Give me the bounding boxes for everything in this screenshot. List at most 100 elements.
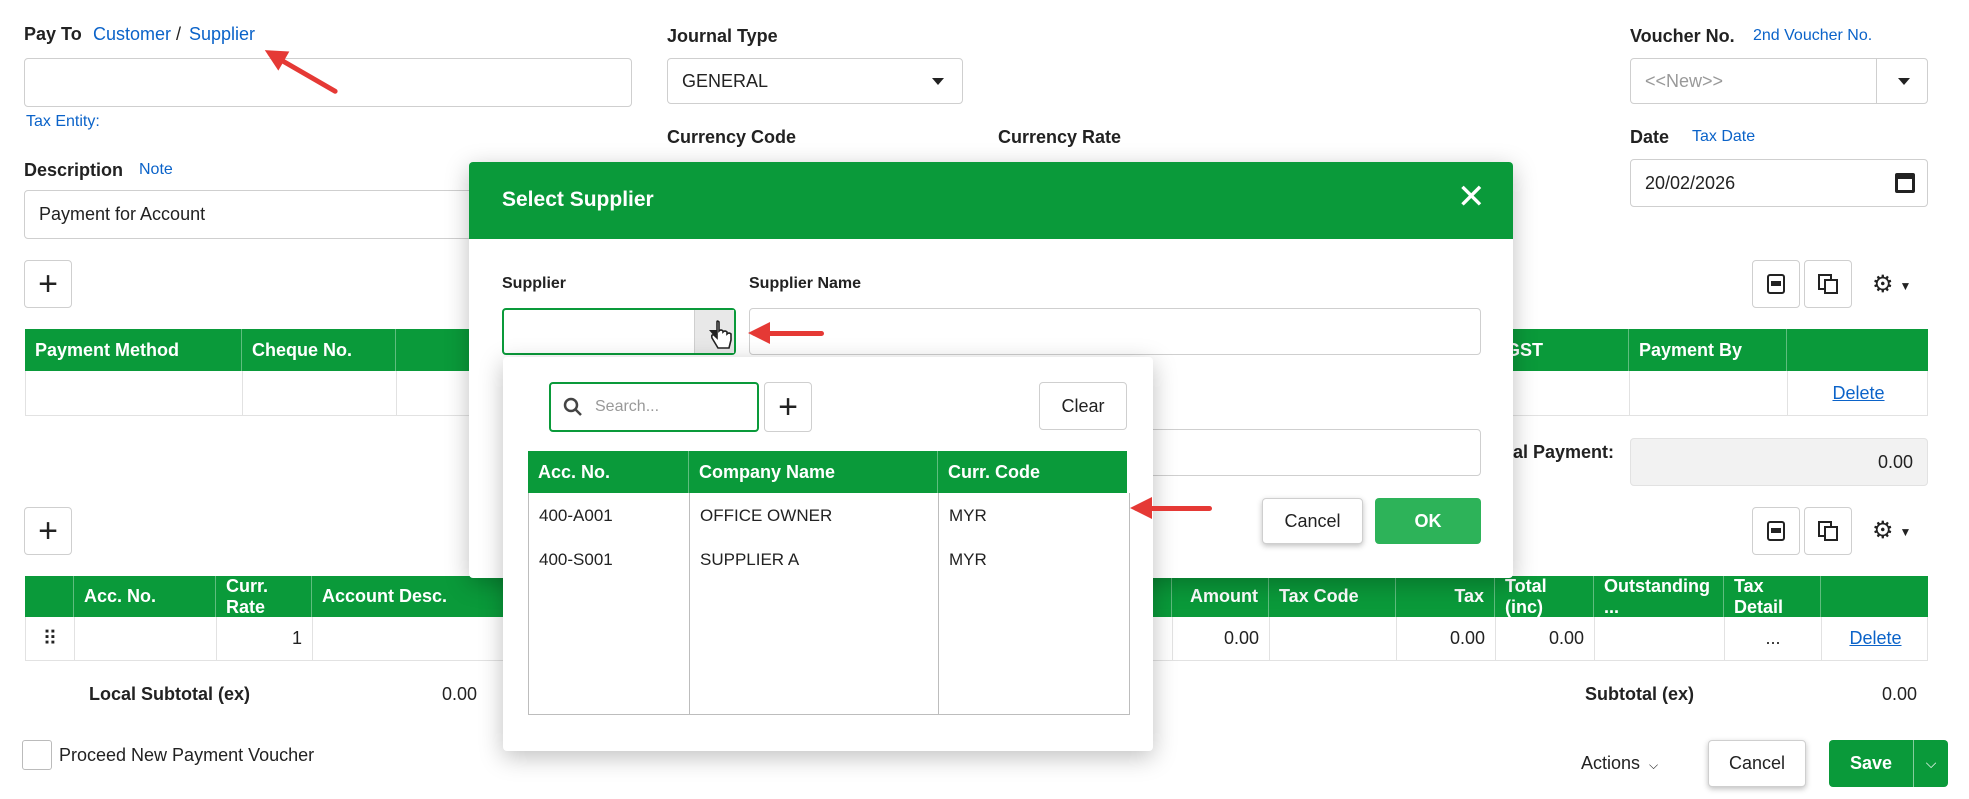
export-csv-button[interactable] — [1752, 507, 1800, 555]
caret-down-icon[interactable] — [1898, 78, 1910, 85]
header-actions — [1787, 329, 1928, 371]
chevron-down-icon[interactable]: ⌵ — [1914, 755, 1948, 772]
gear-icon: ⚙ — [1872, 517, 1894, 544]
header-payment-by: Payment By — [1629, 329, 1787, 371]
modal-title: Select Supplier — [502, 188, 654, 211]
date-label: Date — [1630, 127, 1670, 147]
second-voucher-link[interactable]: 2nd Voucher No. — [1753, 27, 1872, 45]
proceed-label: Proceed New Payment Voucher — [59, 745, 315, 765]
journal-type-label: Journal Type — [667, 26, 778, 46]
footer-cancel-button[interactable]: Cancel — [1708, 740, 1806, 787]
header-tax-detail: Tax Detail — [1724, 576, 1821, 617]
curr-code-cell: MYR — [949, 550, 987, 569]
table-row[interactable]: 400-A001 OFFICE OWNER MYR — [529, 493, 1129, 537]
supplier-table-body: 400-A001 OFFICE OWNER MYR 400-S001 SUPPL… — [528, 493, 1130, 715]
modal-field[interactable] — [1149, 429, 1481, 476]
payment-method-cell[interactable] — [26, 371, 243, 415]
supplier-dropdown-panel: Search... + Clear Acc. No. Company Name … — [503, 357, 1153, 751]
amount-cell[interactable]: 0.00 — [1173, 617, 1270, 660]
payment-by-cell[interactable] — [1630, 371, 1788, 415]
actions-label: Actions — [1581, 753, 1641, 773]
csv-icon — [1767, 521, 1785, 541]
voucher-no-input[interactable]: <<New>> — [1630, 58, 1928, 104]
description-value: Payment for Account — [39, 204, 206, 224]
journal-type-value: GENERAL — [682, 70, 769, 91]
pay-to-separator: / — [176, 24, 182, 44]
search-input[interactable]: Search... — [549, 382, 759, 432]
header-cheque-no: Cheque No. — [242, 329, 396, 371]
journal-type-select[interactable]: GENERAL — [667, 58, 963, 104]
pay-to-input[interactable] — [24, 58, 632, 107]
header-tax-code: Tax Code — [1269, 576, 1396, 617]
acc-no-cell: 400-A001 — [539, 506, 613, 525]
voucher-divider — [1876, 59, 1877, 103]
modal-ok-button[interactable]: OK — [1375, 498, 1481, 544]
caret-down-icon — [932, 78, 944, 85]
supplier-select[interactable] — [502, 308, 736, 355]
acc-no-cell[interactable] — [75, 617, 217, 660]
modal-cancel-button[interactable]: Cancel — [1262, 498, 1363, 544]
add-payment-button[interactable]: + — [24, 260, 72, 308]
delete-label[interactable]: Delete — [1849, 628, 1901, 649]
export-csv-button[interactable] — [1752, 260, 1800, 308]
supplier-table-header: Acc. No. Company Name Curr. Code — [528, 451, 1127, 493]
tax-date-link[interactable]: Tax Date — [1692, 128, 1755, 146]
tax-cell[interactable]: 0.00 — [1397, 617, 1496, 660]
chevron-down-icon: ▼ — [1899, 278, 1912, 293]
company-name-cell: OFFICE OWNER — [700, 506, 833, 525]
plus-icon: + — [38, 265, 58, 303]
cheque-no-cell[interactable] — [243, 371, 397, 415]
proceed-checkbox[interactable] — [22, 740, 52, 770]
annotation-arrow — [1130, 497, 1212, 519]
hand-cursor-icon — [710, 320, 732, 349]
header-amount: Amount — [1172, 576, 1269, 617]
calendar-icon[interactable] — [1895, 173, 1915, 193]
save-button-group: Save ⌵ — [1829, 740, 1948, 787]
supplier-name-input[interactable] — [749, 308, 1481, 355]
tax-entity-link[interactable]: Tax Entity: — [26, 113, 100, 131]
chevron-down-icon: ⌵ — [1649, 758, 1659, 772]
close-icon[interactable]: ✕ — [1457, 180, 1486, 214]
header-actions — [1821, 576, 1928, 617]
delete-label[interactable]: Delete — [1832, 383, 1884, 404]
currency-rate-label: Currency Rate — [998, 127, 1122, 147]
subtotal-value: 0.00 — [1882, 684, 1918, 704]
total-payment-field: 0.00 — [1630, 438, 1928, 486]
modal-header: Select Supplier ✕ — [469, 162, 1513, 239]
gear-icon: ⚙ — [1872, 271, 1894, 298]
csv-icon — [1767, 274, 1785, 294]
company-name-cell: SUPPLIER A — [700, 550, 800, 569]
subtotal-label: Subtotal (ex) — [1585, 684, 1695, 704]
clear-button[interactable]: Clear — [1039, 382, 1127, 430]
tax-code-cell[interactable] — [1270, 617, 1397, 660]
currency-code-label: Currency Code — [667, 127, 797, 147]
date-input[interactable]: 20/02/2026 — [1630, 159, 1928, 207]
description-input[interactable]: Payment for Account — [24, 190, 504, 239]
description-label: Description — [24, 160, 124, 180]
supplier-link[interactable]: Supplier — [189, 24, 255, 45]
actions-dropdown[interactable]: Actions ⌵ — [1581, 753, 1658, 774]
tax-detail-button[interactable]: ... — [1725, 617, 1822, 660]
settings-button[interactable]: ⚙ ▼ — [1872, 516, 1911, 545]
copy-button[interactable] — [1804, 507, 1852, 555]
local-subtotal-value: 0.00 — [442, 684, 478, 704]
copy-icon — [1818, 274, 1838, 294]
copy-button[interactable] — [1804, 260, 1852, 308]
delete-link[interactable]: Delete — [1822, 617, 1929, 660]
header-total-inc: Total (inc) — [1495, 576, 1594, 617]
save-button[interactable]: Save — [1829, 753, 1913, 774]
table-row[interactable]: 400-S001 SUPPLIER A MYR — [529, 537, 1129, 581]
search-placeholder: Search... — [595, 398, 660, 415]
settings-button[interactable]: ⚙ ▼ — [1872, 270, 1911, 299]
curr-rate-cell[interactable]: 1 — [217, 617, 313, 660]
delete-link[interactable]: Delete — [1788, 371, 1929, 415]
chevron-down-icon: ▼ — [1899, 524, 1912, 539]
note-link[interactable]: Note — [139, 161, 173, 179]
customer-link[interactable]: Customer — [93, 24, 171, 45]
drag-handle-icon[interactable]: ⠿ — [26, 617, 75, 660]
total-payment-value: 0.00 — [1877, 451, 1913, 472]
pay-to-label: Pay To — [24, 24, 82, 44]
add-detail-button[interactable]: + — [24, 507, 72, 555]
add-supplier-button[interactable]: + — [764, 382, 812, 432]
header-company-name: Company Name — [689, 451, 938, 493]
